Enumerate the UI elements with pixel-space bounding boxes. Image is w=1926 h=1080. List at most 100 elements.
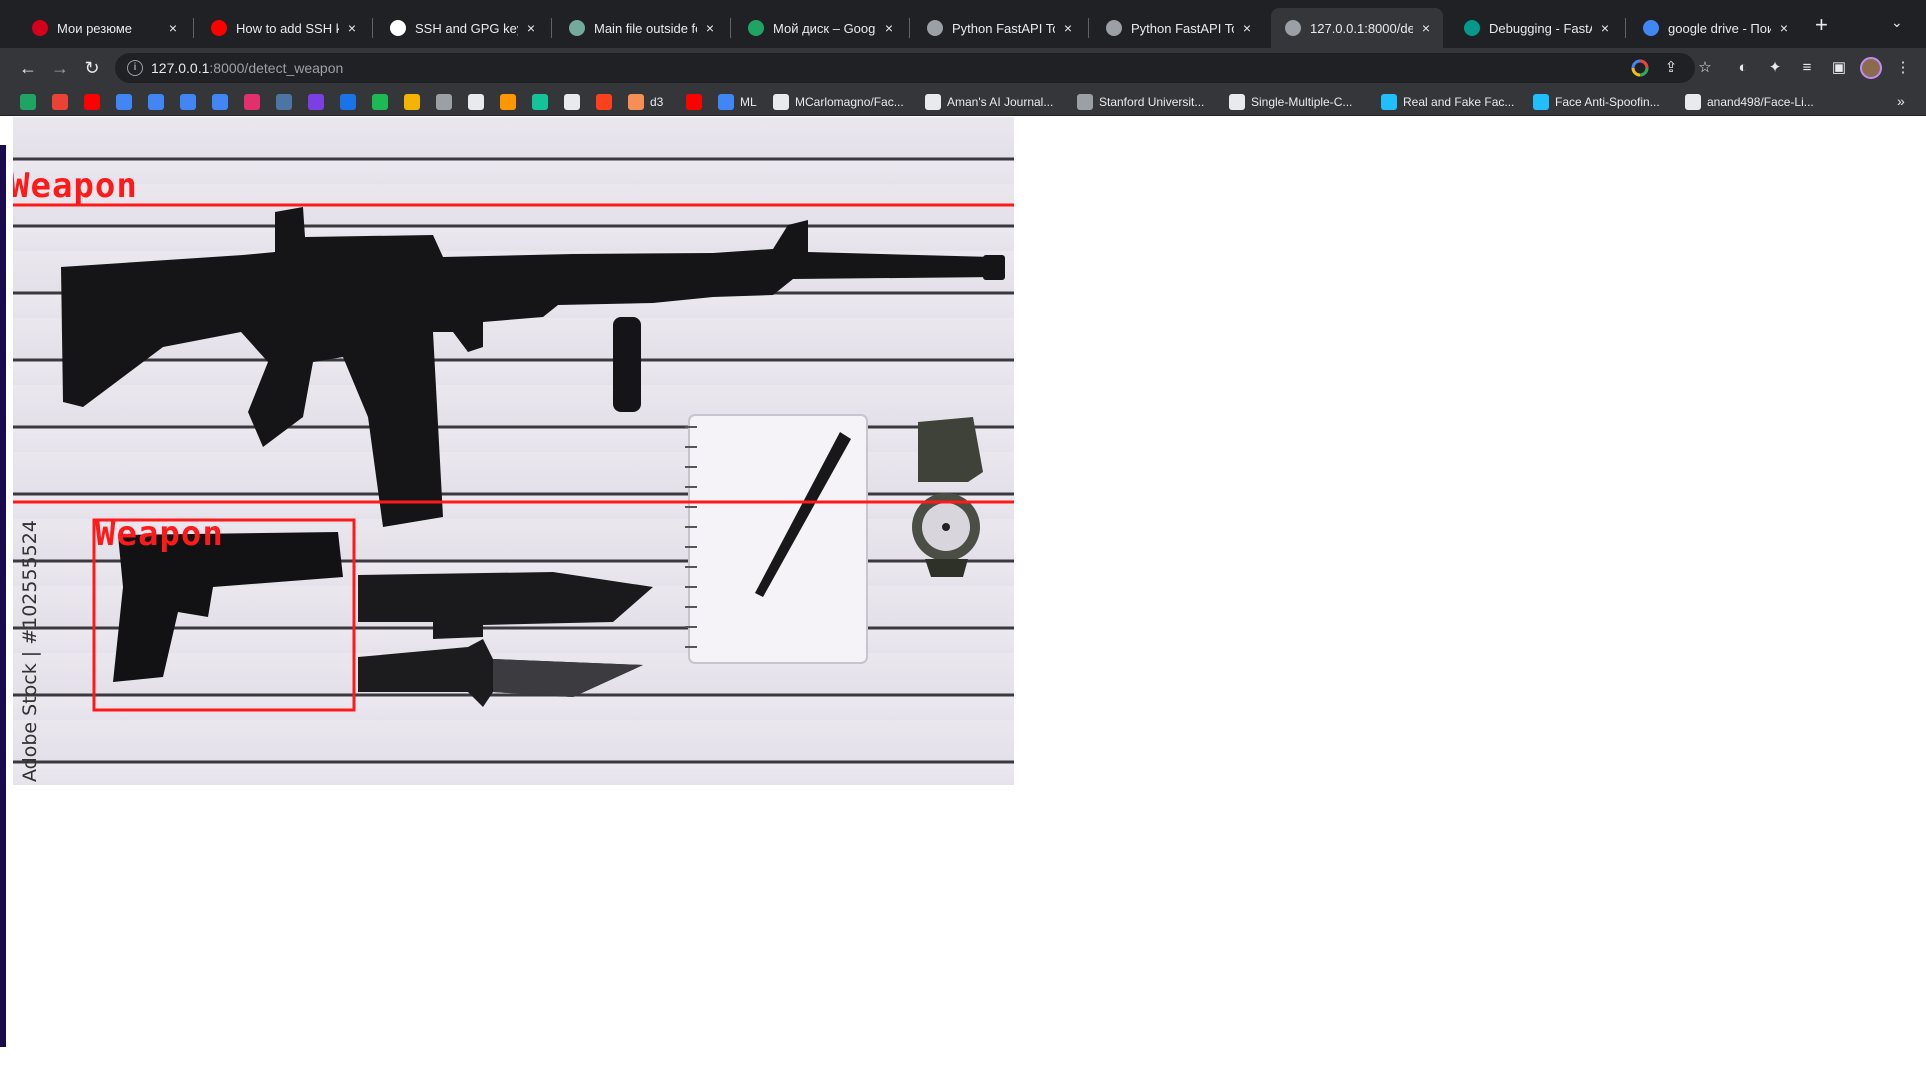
in-icon xyxy=(500,94,516,110)
google-lens-icon[interactable] xyxy=(1631,59,1649,77)
close-icon[interactable]: × xyxy=(701,20,719,36)
close-icon[interactable]: × xyxy=(522,20,540,36)
tab-separator xyxy=(193,18,194,38)
calendar-icon xyxy=(212,94,228,110)
bookmark-item[interactable] xyxy=(564,93,580,111)
tab-separator xyxy=(551,18,552,38)
tab-10[interactable]: google drive - Поиск× xyxy=(1629,8,1801,48)
tab-title: 127.0.0.1:8000/detect xyxy=(1310,20,1413,36)
tab-title: Мои резюме xyxy=(57,20,132,36)
site-info-icon[interactable]: i xyxy=(127,60,143,76)
globe-icon xyxy=(927,20,943,36)
menu-icon[interactable]: ⋮ xyxy=(1893,58,1913,78)
new-tab-button[interactable]: + xyxy=(1815,14,1828,36)
bookmark-item[interactable] xyxy=(116,93,132,111)
bookmark-item[interactable] xyxy=(500,93,516,111)
github-icon xyxy=(390,20,406,36)
bookmark-item[interactable] xyxy=(686,93,702,111)
close-icon[interactable]: × xyxy=(1417,20,1435,36)
back-icon[interactable]: ← xyxy=(16,56,40,80)
github-icon xyxy=(773,94,789,110)
tab-4[interactable]: Main file outside folder× xyxy=(555,8,727,48)
tab-separator xyxy=(1088,18,1089,38)
google-drive-icon xyxy=(748,20,764,36)
bookmark-item[interactable]: d3 xyxy=(628,93,663,111)
kaggle-icon xyxy=(1381,94,1397,110)
tab-title: google drive - Поиск xyxy=(1668,20,1771,36)
more-bookmarks-icon[interactable]: » xyxy=(1897,93,1905,109)
close-icon[interactable]: × xyxy=(1596,20,1614,36)
github-icon xyxy=(564,94,580,110)
youtube-icon xyxy=(686,94,702,110)
bookmark-label: ML xyxy=(740,95,757,109)
close-icon[interactable]: × xyxy=(164,20,182,36)
reload-icon[interactable]: ↻ xyxy=(80,56,104,80)
bookmark-item[interactable] xyxy=(372,93,388,111)
bookmark-item[interactable]: Face Anti-Spoofin... xyxy=(1533,93,1660,111)
bookmark-item[interactable] xyxy=(404,93,420,111)
bookmark-item[interactable] xyxy=(180,93,196,111)
tab-1[interactable]: Мои резюме × xyxy=(18,8,190,48)
side-panel-icon[interactable]: ▣ xyxy=(1829,58,1849,78)
close-icon[interactable]: × xyxy=(1059,20,1077,36)
toolbar: ← → ↻ i 127.0.0.1:8000/detect_weapon ⇪ ☆… xyxy=(0,48,1926,88)
tab-3[interactable]: SSH and GPG keys× xyxy=(376,8,548,48)
tab-9[interactable]: Debugging - FastAPI× xyxy=(1450,8,1622,48)
notion-icon xyxy=(468,94,484,110)
bookmark-item[interactable] xyxy=(308,93,324,111)
docs-icon xyxy=(180,94,196,110)
bookmark-item[interactable] xyxy=(468,93,484,111)
bookmark-item[interactable]: Real and Fake Fac... xyxy=(1381,93,1514,111)
bookmark-item[interactable] xyxy=(596,93,612,111)
tab-8[interactable]: 127.0.0.1:8000/detect× xyxy=(1271,8,1443,48)
globe-icon xyxy=(1285,20,1301,36)
tab-search-icon[interactable]: ⌄ xyxy=(1891,14,1903,31)
bookmark-item[interactable] xyxy=(276,93,292,111)
bookmark-item[interactable] xyxy=(532,93,548,111)
bookmark-item[interactable] xyxy=(148,93,164,111)
reading-list-icon[interactable]: ≡ xyxy=(1797,58,1817,78)
globe-icon xyxy=(1077,94,1093,110)
a-icon xyxy=(925,94,941,110)
bookmark-star-icon[interactable]: ☆ xyxy=(1695,58,1715,78)
bookmarks-bar: d3 ML MCarlomagno/Fac... Aman's AI Journal.… xyxy=(0,88,1926,116)
url-path: :8000/detect_weapon xyxy=(209,60,344,76)
bookmark-item[interactable] xyxy=(20,93,36,111)
bookmark-label: MCarlomagno/Fac... xyxy=(795,95,904,109)
tab-6[interactable]: Python FastAPI To Do× xyxy=(913,8,1085,48)
bookmark-label: Real and Fake Fac... xyxy=(1403,95,1515,109)
forward-icon[interactable]: → xyxy=(48,56,72,80)
tab-7[interactable]: Python FastAPI To Do× xyxy=(1092,8,1264,48)
spotify-icon xyxy=(372,94,388,110)
bookmark-item[interactable] xyxy=(212,93,228,111)
bookmark-item[interactable] xyxy=(436,93,452,111)
close-icon[interactable]: × xyxy=(1238,20,1256,36)
bookmark-item[interactable]: MCarlomagno/Fac... xyxy=(773,93,904,111)
bookmark-item[interactable] xyxy=(340,93,356,111)
file-icon xyxy=(404,94,420,110)
share-icon[interactable]: ⇪ xyxy=(1662,59,1680,77)
bookmark-item[interactable]: Stanford Universit... xyxy=(1077,93,1204,111)
close-icon[interactable]: × xyxy=(343,20,361,36)
url-text[interactable]: 127.0.0.1:8000/detect_weapon xyxy=(151,60,343,76)
bookmark-item[interactable] xyxy=(84,93,100,111)
address-bar[interactable]: i 127.0.0.1:8000/detect_weapon ⇪ xyxy=(115,53,1695,83)
extensions-puzzle-icon[interactable]: ✦ xyxy=(1765,58,1785,78)
bookmark-item[interactable] xyxy=(52,93,68,111)
profile-avatar[interactable] xyxy=(1860,57,1882,79)
bookmark-item[interactable]: Aman's AI Journal... xyxy=(925,93,1053,111)
bookmark-label: Single-Multiple-C... xyxy=(1251,95,1353,109)
extension-icon[interactable]: ◐ xyxy=(1733,58,1753,78)
bookmark-item[interactable]: ML xyxy=(718,93,757,111)
bookmark-label: anand498/Face-Li... xyxy=(1707,95,1814,109)
bookmark-item[interactable]: Single-Multiple-C... xyxy=(1229,93,1352,111)
bookmark-item[interactable]: anand498/Face-Li... xyxy=(1685,93,1814,111)
close-icon[interactable]: × xyxy=(880,20,898,36)
grammarly-icon xyxy=(532,94,548,110)
tab-5[interactable]: Мой диск – Google × xyxy=(734,8,906,48)
close-icon[interactable]: × xyxy=(1775,20,1793,36)
youtube-icon xyxy=(84,94,100,110)
tab-2[interactable]: How to add SSH key× xyxy=(197,8,369,48)
bookmark-item[interactable] xyxy=(244,93,260,111)
bookmark-label: Face Anti-Spoofin... xyxy=(1555,95,1660,109)
